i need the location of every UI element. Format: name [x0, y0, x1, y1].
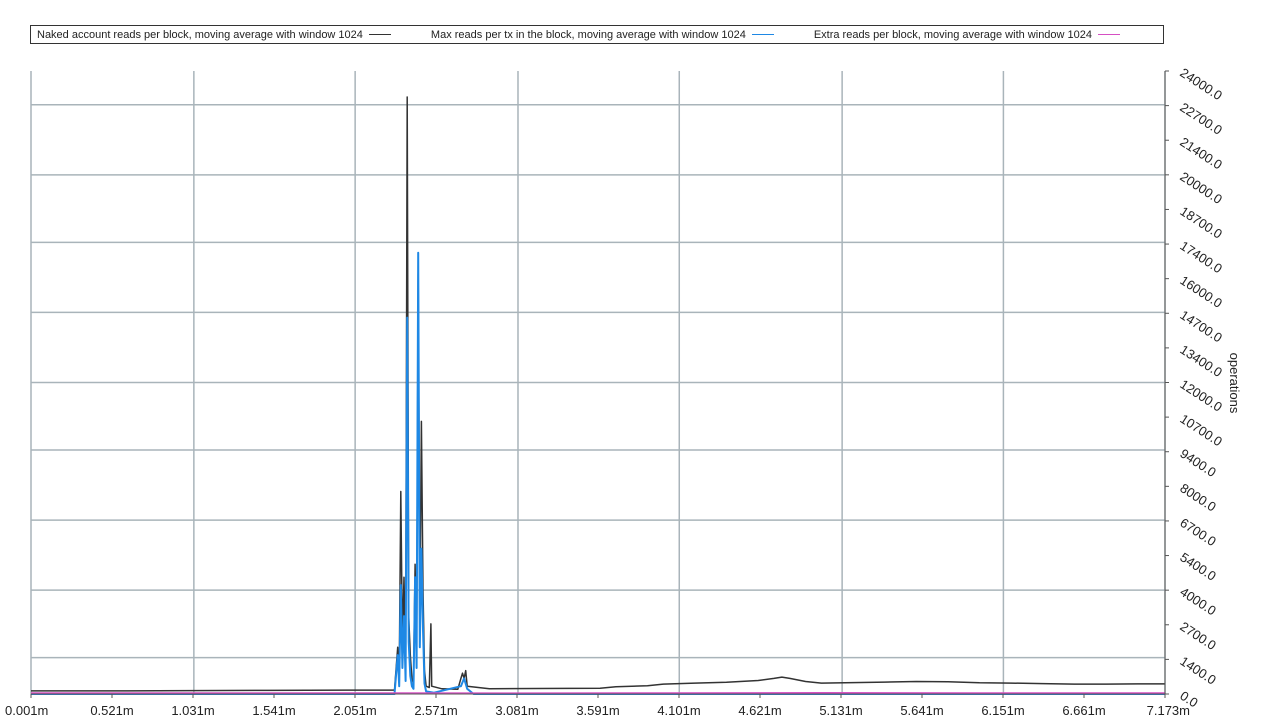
- series-line-1: [31, 251, 1165, 695]
- x-tick-label: 6.661m: [1062, 703, 1105, 718]
- y-tick-label: 2700.0: [1177, 619, 1219, 653]
- x-tick-label: 2.051m: [333, 703, 376, 718]
- x-tick-label: 4.101m: [657, 703, 700, 718]
- series-line-0: [31, 96, 1165, 692]
- y-tick-label: 4000.0: [1177, 584, 1219, 618]
- x-tick-label: 0.521m: [90, 703, 133, 718]
- y-tick-label: 6700.0: [1177, 515, 1219, 549]
- y-tick-label: 14700.0: [1177, 307, 1225, 345]
- x-tick-label: 3.081m: [495, 703, 538, 718]
- chart-canvas: 0.001m 0.521m 1.031m 1.541m 2.051m 2.571m 3.08…: [5, 65, 1242, 718]
- x-tick-label: 4.621m: [738, 703, 781, 718]
- x-tick-label: 1.031m: [171, 703, 214, 718]
- x-tick-label: 5.131m: [819, 703, 862, 718]
- x-tick-label: 6.151m: [981, 703, 1024, 718]
- y-tick-label: 10700.0: [1177, 411, 1225, 449]
- y-tick-label: 18700.0: [1177, 203, 1225, 241]
- y-tick-label: 1400.0: [1177, 653, 1219, 687]
- y-tick-label: 21400.0: [1177, 134, 1225, 172]
- x-tick-label: 1.541m: [252, 703, 295, 718]
- y-axis-label: operations: [1227, 353, 1242, 414]
- x-tick-label: 5.641m: [900, 703, 943, 718]
- x-tick-label: 0.001m: [5, 703, 48, 718]
- x-tick-label: 2.571m: [414, 703, 457, 718]
- axes: 0.001m 0.521m 1.031m 1.541m 2.051m 2.571m 3.08…: [5, 65, 1225, 718]
- y-tick-label: 13400.0: [1177, 342, 1225, 380]
- y-tick-label: 8000.0: [1177, 480, 1219, 514]
- y-tick-label: 20000.0: [1177, 169, 1225, 207]
- x-tick-label: 7.173m: [1147, 703, 1190, 718]
- y-tick-label: 5400.0: [1177, 549, 1219, 583]
- y-tick-label: 22700.0: [1177, 100, 1225, 138]
- y-tick-label: 17400.0: [1177, 238, 1225, 276]
- y-tick-label: 24000.0: [1177, 65, 1225, 103]
- y-tick-label: 12000.0: [1177, 376, 1225, 414]
- chart: Naked account reads per block, moving av…: [0, 0, 1280, 720]
- grid: [30, 71, 1166, 694]
- y-tick-label: 9400.0: [1177, 446, 1219, 480]
- y-tick-label: 16000.0: [1177, 273, 1225, 311]
- x-tick-label: 3.591m: [576, 703, 619, 718]
- series-layer: [31, 96, 1165, 695]
